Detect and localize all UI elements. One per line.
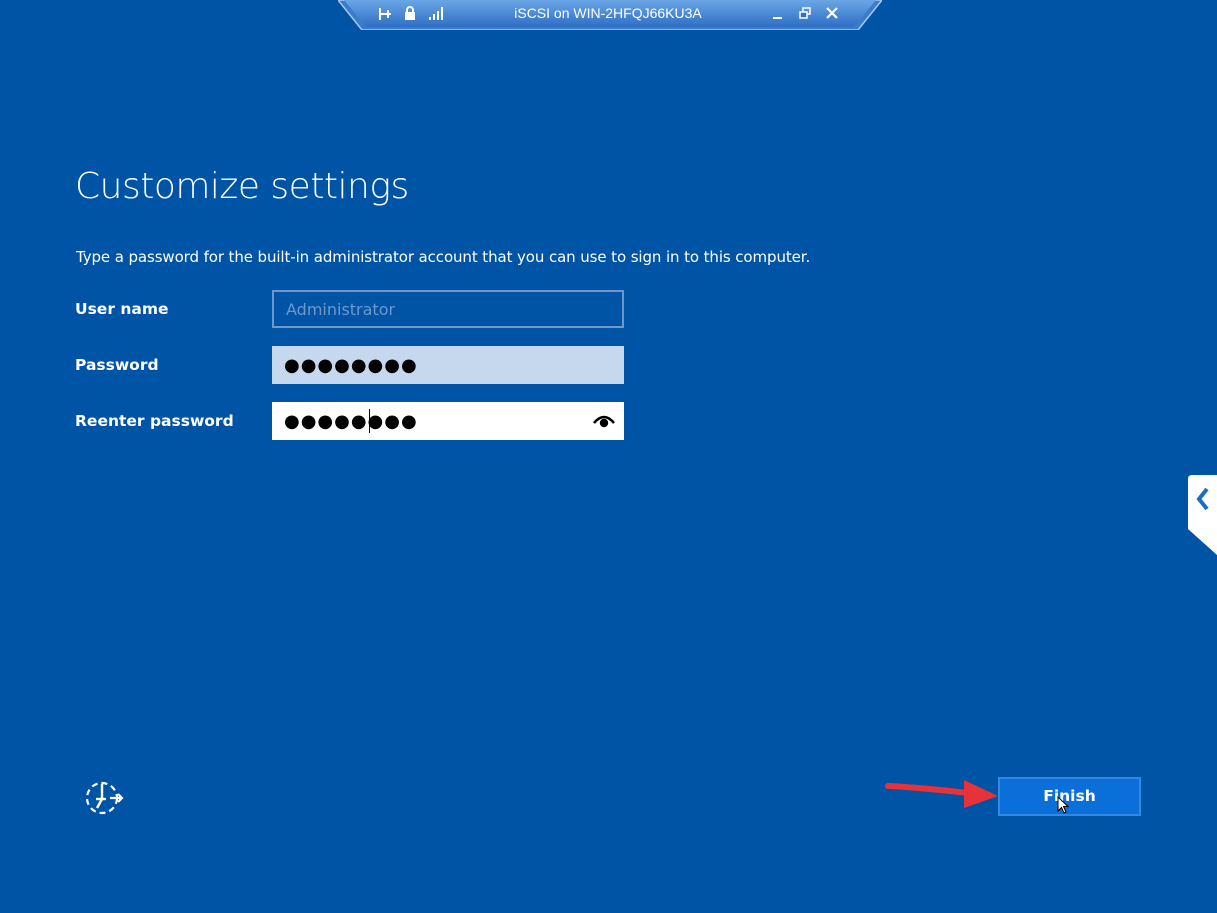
- minimize-icon[interactable]: [770, 5, 786, 21]
- connection-title: iSCSI on WIN-2HFQJ66KU3A: [514, 5, 702, 21]
- signal-icon[interactable]: [429, 6, 445, 20]
- ease-of-access-icon[interactable]: [82, 778, 126, 818]
- page-title: Customize settings: [75, 166, 409, 207]
- remote-connection-bar: iSCSI on WIN-2HFQJ66KU3A: [338, 0, 882, 30]
- reenter-password-label: Reenter password: [75, 412, 234, 430]
- user-name-label: User name: [75, 300, 169, 318]
- instructions-text: Type a password for the built-in adminis…: [76, 248, 811, 266]
- user-name-field[interactable]: [272, 290, 624, 328]
- annotation-arrow: [885, 780, 998, 808]
- finish-button[interactable]: Finish: [998, 777, 1141, 816]
- reenter-password-field[interactable]: [272, 402, 624, 440]
- restore-icon[interactable]: [797, 5, 813, 21]
- text-caret: [369, 409, 370, 433]
- lock-icon[interactable]: [404, 6, 416, 20]
- setup-screen: iSCSI on WIN-2HFQJ66KU3A Customize setti…: [0, 0, 1217, 913]
- reveal-password-icon[interactable]: [590, 408, 618, 434]
- pin-icon[interactable]: [378, 6, 392, 22]
- password-label: Password: [75, 356, 159, 374]
- side-panel-tab[interactable]: [1186, 475, 1217, 555]
- mouse-cursor-icon: [1057, 796, 1069, 814]
- password-field[interactable]: [272, 346, 624, 384]
- close-icon[interactable]: [824, 5, 840, 21]
